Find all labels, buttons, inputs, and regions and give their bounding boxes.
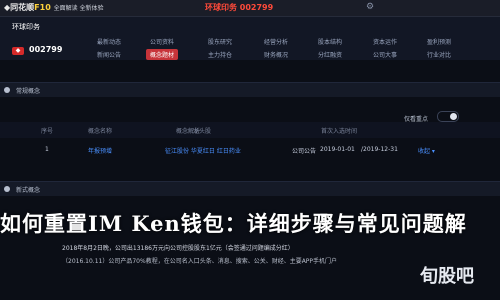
toggle-knob: [450, 113, 457, 120]
row-expand[interactable]: 收起 ▾: [418, 146, 435, 155]
menu-news[interactable]: 新闻公告: [97, 50, 121, 59]
menu-forecast[interactable]: 盈利预测: [427, 37, 451, 46]
article-line-1: 2018年8月2日晚，公司出13186万元向公司控股股东1亿元（会签通过问题编成…: [62, 245, 294, 252]
table-header-row: [0, 122, 500, 138]
app-logo: ◆同花顺F10 全面解读 全新体验: [4, 2, 103, 13]
key-only-toggle[interactable]: [437, 111, 459, 122]
watermark-text: 旬股吧: [420, 266, 474, 287]
th-index: 序号: [41, 128, 54, 135]
section-news-header: 新式概念: [0, 181, 500, 196]
row-date: 2019-01-01: [320, 146, 355, 153]
menu-latest[interactable]: 最新动态: [97, 37, 121, 46]
stock-name: 环球印务: [12, 23, 40, 31]
section-news-title: 新式概念: [16, 187, 41, 194]
menu-company[interactable]: 公司资料: [150, 37, 174, 46]
menu-holders[interactable]: 股东研究: [208, 37, 232, 46]
menu-concept-active[interactable]: 概念题材: [146, 49, 179, 60]
menu-operations[interactable]: 经营分析: [264, 37, 288, 46]
row-concept[interactable]: 年报预增: [88, 146, 112, 155]
menu-industry[interactable]: 行业对比: [427, 50, 451, 59]
row-source: 公司公告: [292, 148, 317, 155]
article-headline: 如何重置IM Ken钱包：详细步骤与常见问题解: [0, 211, 467, 236]
row-date-tail: /2019-12-31: [361, 146, 398, 153]
row-index: 1: [45, 146, 49, 153]
row-leaders[interactable]: 征江股份 华夏红日 红日药业: [165, 146, 241, 155]
app-name: ◆同花顺: [4, 3, 35, 12]
app-tagline: 全面解读 全新体验: [53, 5, 104, 12]
menu-capital-ops[interactable]: 资本运作: [373, 37, 397, 46]
menu-events[interactable]: 公司大事: [373, 50, 397, 59]
app-name-f10: F10: [34, 3, 51, 12]
section-concept-header: 常规概念: [0, 82, 500, 97]
menu-financial[interactable]: 财务概况: [264, 50, 288, 59]
th-concept: 概念名称: [88, 128, 113, 135]
menu-dividends[interactable]: 分红融资: [318, 50, 342, 59]
stock-code: 002799: [29, 45, 63, 54]
menu-main-holdings[interactable]: 主力持仓: [208, 50, 232, 59]
section-dot-icon: [4, 186, 10, 192]
top-bar: ◆同花顺F10 全面解读 全新体验 环球印务 002799 ⚙: [0, 0, 500, 17]
th-leaders: 龙头股: [193, 128, 212, 135]
article-line-2: （2016.10.11）公司产品70%教程，在公司名入口头条、消息、搜索、公关、…: [62, 258, 338, 265]
section-concept-title: 常规概念: [16, 88, 41, 95]
stock-header: [0, 17, 500, 60]
th-first-selected: 首次入选时间: [321, 128, 358, 135]
menu-capital-structure[interactable]: 股本结构: [318, 37, 342, 46]
section-dot-icon: [4, 87, 10, 93]
window-title: 环球印务 002799: [205, 3, 274, 12]
gear-icon[interactable]: ⚙: [366, 2, 374, 12]
stock-badge: ◆: [12, 47, 24, 55]
